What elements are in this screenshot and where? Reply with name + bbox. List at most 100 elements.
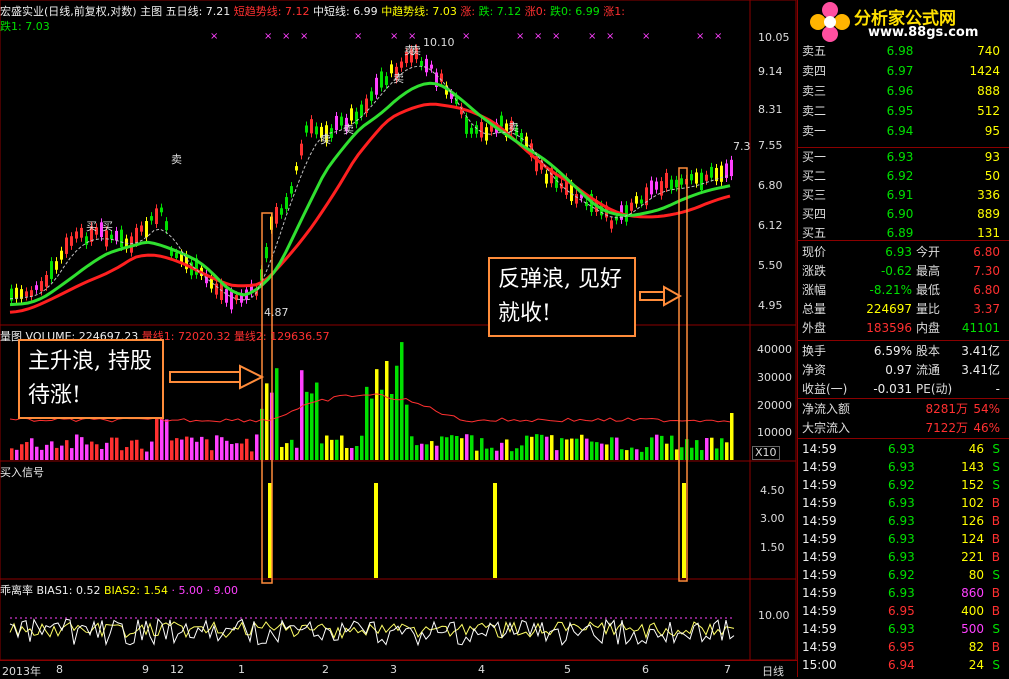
- sell-volume: 888: [977, 84, 1000, 98]
- quote-label: 今开: [916, 245, 941, 259]
- tick-row[interactable]: 14:59 6.92 80 S: [800, 566, 1006, 584]
- top-x-mark: ×: [714, 31, 722, 42]
- candle-body: [40, 281, 43, 292]
- buy-level-label: 买四: [802, 207, 827, 221]
- sell-row: 卖二 6.95 512: [800, 102, 1006, 120]
- candle-body: [665, 172, 668, 188]
- buy-mark: 买: [102, 220, 113, 233]
- top-x-mark: ×: [516, 31, 524, 42]
- tick-row[interactable]: 14:59 6.93 860 B: [800, 584, 1006, 602]
- tick-price: 6.95: [888, 604, 915, 618]
- volume-bar: [275, 368, 279, 460]
- candle-body: [315, 126, 318, 135]
- volume-bar: [370, 398, 374, 460]
- volume-bar: [55, 447, 59, 460]
- volume-bar: [380, 389, 384, 460]
- candle-body: [230, 291, 233, 310]
- buy-volume: 889: [977, 207, 1000, 221]
- candle-body: [15, 287, 18, 299]
- bias-lines: [9, 617, 735, 647]
- volume-bar: [245, 438, 249, 460]
- main-header: 宏盛实业(日线,前复权,对数) 主图 五日线: 7.21 短趋势线: 7.12 …: [0, 3, 625, 19]
- signal-panel-border: [0, 460, 797, 580]
- volume-bar: [75, 434, 79, 460]
- volume-bar: [335, 439, 339, 460]
- tick-row[interactable]: 15:00 6.94 24 S: [800, 656, 1006, 674]
- top-x-mark: ×: [390, 31, 398, 42]
- volume-bar: [190, 437, 194, 460]
- top-x-mark: ×: [408, 31, 416, 42]
- tick-row[interactable]: 14:59 6.95 400 B: [800, 602, 1006, 620]
- quote-row: 涨跌 -0.62 最高 7.30: [800, 262, 1006, 280]
- sell-volume: 512: [977, 104, 1000, 118]
- fund-row: 净资 0.97 流通 3.41亿: [800, 361, 1006, 379]
- flow-value: 8281万: [925, 402, 968, 416]
- volume-bar: [430, 441, 434, 460]
- volume-bar: [615, 437, 619, 460]
- candle-body: [70, 236, 73, 246]
- quote-value: 224697: [866, 302, 912, 316]
- tick-row[interactable]: 14:59 6.93 143 S: [800, 458, 1006, 476]
- candle-body: [430, 64, 433, 69]
- volume-bar: [250, 451, 254, 460]
- volume-bar: [565, 439, 569, 460]
- sell-row: 卖三 6.96 888: [800, 82, 1006, 100]
- volume-bar: [30, 438, 34, 460]
- flow-percent: 54%: [973, 402, 1000, 416]
- volume-bar: [560, 438, 564, 460]
- volume-bar: [180, 439, 184, 460]
- candle-body: [290, 186, 293, 194]
- candle-body: [160, 207, 163, 213]
- volume-bar: [525, 435, 529, 460]
- candle-body: [705, 174, 708, 181]
- main-panel-border: [0, 0, 797, 326]
- volume-bar: [545, 436, 549, 460]
- tick-row[interactable]: 14:59 6.93 46 S: [800, 440, 1006, 458]
- chart-area[interactable]: × × × × × × × × × × × × × × × × 宏盛实业(日线,前复权,对数) 主图 五日线:…: [0, 0, 797, 660]
- candle-body: [335, 115, 338, 131]
- quote-value: -0.62: [880, 264, 912, 278]
- tick-price: 6.93: [888, 532, 915, 546]
- volume-bar: [625, 450, 629, 460]
- volume-bar: [315, 382, 319, 460]
- quote-label: 量比: [916, 302, 941, 316]
- top-x-mark: ×: [534, 31, 542, 42]
- tick-row[interactable]: 14:59 6.93 102 B: [800, 494, 1006, 512]
- mid-short-value: 中短线: 6.99: [312, 5, 378, 18]
- candle-body: [65, 237, 68, 254]
- quote-value: 3.37: [973, 302, 1000, 316]
- candle-body: [545, 173, 548, 184]
- sell-mark: 卖: [410, 44, 421, 57]
- candle-body: [55, 261, 58, 270]
- candle-body: [295, 166, 298, 171]
- tick-price: 6.93: [888, 460, 915, 474]
- buy-level-label: 买三: [802, 188, 827, 202]
- tick-row[interactable]: 14:59 6.93 500 S: [800, 620, 1006, 638]
- tick-price: 6.93: [888, 496, 915, 510]
- volume-bar: [705, 438, 709, 460]
- volume-bar: [410, 436, 414, 460]
- tick-side: S: [992, 658, 1000, 672]
- buy-price: 6.92: [886, 169, 914, 183]
- tick-time: 14:59: [802, 514, 837, 528]
- volume-bar: [570, 438, 574, 460]
- volume-bar: [240, 443, 244, 460]
- fund-label: 净资: [802, 363, 827, 377]
- quote-value: 6.80: [973, 283, 1000, 297]
- volume-bar: [220, 437, 224, 460]
- tick-row[interactable]: 14:59 6.92 152 S: [800, 476, 1006, 494]
- volume-bar: [480, 438, 484, 460]
- volume-bar: [520, 445, 524, 460]
- low-price-mark: 4.87: [264, 306, 289, 319]
- volume-bar: [390, 394, 394, 460]
- tick-row[interactable]: 14:59 6.93 221 B: [800, 548, 1006, 566]
- tick-row[interactable]: 14:59 6.93 124 B: [800, 530, 1006, 548]
- candle-body: [670, 179, 673, 190]
- sell-level-label: 卖一: [802, 124, 827, 138]
- volume-bar: [40, 449, 44, 460]
- tick-row[interactable]: 14:59 6.93 126 B: [800, 512, 1006, 530]
- tick-row[interactable]: 14:59 6.95 82 B: [800, 638, 1006, 656]
- buy-price: 6.91: [886, 188, 914, 202]
- tick-price: 6.94: [888, 658, 915, 672]
- quote-row: 现价 6.93 今开 6.80: [800, 243, 1006, 261]
